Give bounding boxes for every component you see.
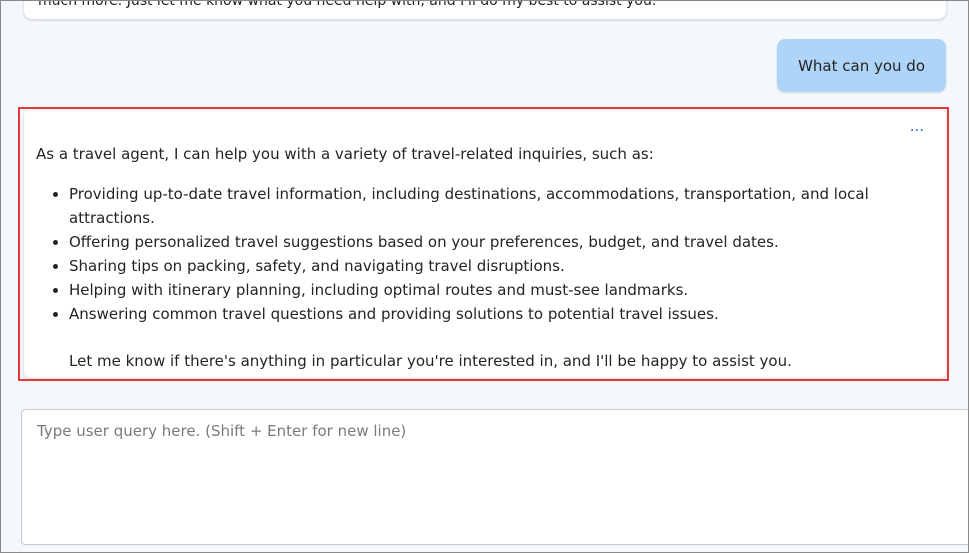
chat-window: much more. Just let me know what you nee… bbox=[0, 0, 969, 553]
highlight-outline bbox=[18, 107, 949, 381]
user-message-bubble: What can you do bbox=[777, 39, 946, 92]
user-message-text: What can you do bbox=[798, 56, 925, 75]
previous-assistant-message: much more. Just let me know what you nee… bbox=[24, 0, 946, 19]
previous-assistant-message-text: much more. Just let me know what you nee… bbox=[38, 0, 657, 9]
user-query-input[interactable] bbox=[21, 409, 968, 545]
